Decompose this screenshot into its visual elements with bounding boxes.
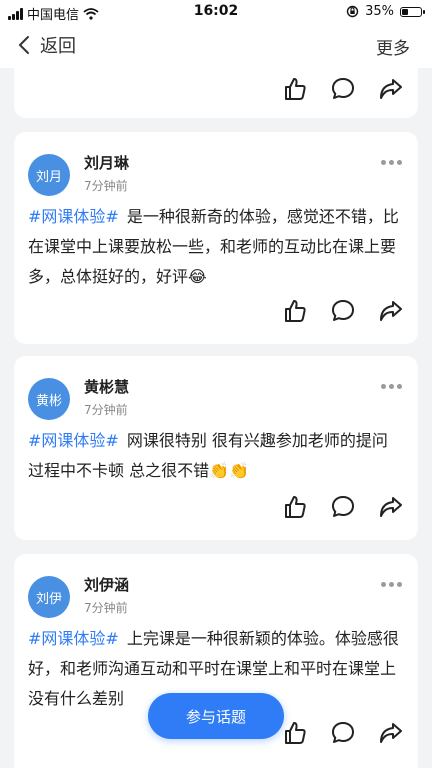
post-actions — [282, 494, 404, 520]
post-card: 刘月 刘月琳 7分钟前 #网课体验# 是一种很新奇的体验，感觉还不错，比在课堂中上… — [14, 132, 418, 344]
nav-bar: 返回 更多 — [0, 24, 432, 68]
battery-fill — [402, 8, 408, 15]
comment-button[interactable] — [330, 494, 356, 520]
comment-icon — [332, 300, 354, 321]
more-options-icon[interactable] — [381, 384, 402, 389]
comment-button[interactable] — [330, 298, 356, 324]
share-icon — [380, 497, 402, 517]
thumbs-up-icon — [285, 496, 306, 518]
post-feed[interactable]: 刘月 刘月琳 7分钟前 #网课体验# 是一种很新奇的体验，感觉还不错，比在课堂中上… — [0, 68, 432, 768]
avatar[interactable]: 黄彬 — [28, 378, 70, 420]
username[interactable]: 黄彬慧 — [84, 376, 129, 397]
thumbs-up-icon — [285, 722, 306, 744]
comment-icon — [332, 78, 354, 99]
like-button[interactable] — [282, 720, 308, 746]
thumbs-up-icon — [285, 78, 306, 100]
topic-tag[interactable]: #网课体验# — [28, 207, 119, 226]
comment-button[interactable] — [330, 76, 356, 102]
post-card: 黄彬 黄彬慧 7分钟前 #网课体验# 网课很特别 很有兴趣参加老师的提问 过程中不… — [14, 356, 418, 540]
status-bar: 中国电信 16:02 35% — [0, 0, 432, 24]
avatar[interactable]: 刘月 — [28, 154, 70, 196]
battery-icon — [400, 6, 425, 17]
avatar[interactable]: 刘伊 — [28, 576, 70, 618]
share-icon — [380, 723, 402, 743]
post-content: #网课体验# 网课很特别 很有兴趣参加老师的提问 过程中不卡顿 总之很不错👏👏 — [28, 426, 404, 486]
post-card-previous — [14, 68, 418, 118]
orientation-lock-icon — [346, 5, 359, 18]
back-button[interactable]: 返回 — [14, 32, 76, 58]
share-button[interactable] — [378, 298, 404, 324]
post-time: 7分钟前 — [84, 601, 128, 615]
post-content: #网课体验# 是一种很新奇的体验，感觉还不错，比在课堂中上课要放松一些，和老师的互… — [28, 202, 404, 292]
back-label: 返回 — [40, 36, 76, 57]
post-actions — [282, 76, 404, 102]
like-button[interactable] — [282, 298, 308, 324]
username[interactable]: 刘伊涵 — [84, 574, 129, 595]
like-button[interactable] — [282, 76, 308, 102]
share-icon — [380, 79, 402, 99]
comment-button[interactable] — [330, 720, 356, 746]
join-topic-button[interactable]: 参与话题 — [148, 693, 284, 739]
post-actions — [282, 298, 404, 324]
share-icon — [380, 301, 402, 321]
more-options-icon[interactable] — [381, 160, 402, 165]
topic-tag[interactable]: #网课体验# — [28, 629, 119, 648]
like-button[interactable] — [282, 494, 308, 520]
more-options-icon[interactable] — [381, 582, 402, 587]
post-time: 7分钟前 — [84, 179, 128, 193]
comment-icon — [332, 722, 354, 743]
more-button[interactable]: 更多 — [376, 34, 410, 59]
share-button[interactable] — [378, 720, 404, 746]
username[interactable]: 刘月琳 — [84, 152, 129, 173]
share-button[interactable] — [378, 76, 404, 102]
comment-icon — [332, 496, 354, 517]
topic-tag[interactable]: #网课体验# — [28, 431, 119, 450]
post-actions — [282, 720, 404, 746]
battery-percent: 35% — [365, 4, 394, 19]
thumbs-up-icon — [285, 300, 306, 322]
status-right: 35% — [346, 4, 425, 19]
post-time: 7分钟前 — [84, 403, 128, 417]
chevron-left-icon — [19, 36, 29, 54]
share-button[interactable] — [378, 494, 404, 520]
